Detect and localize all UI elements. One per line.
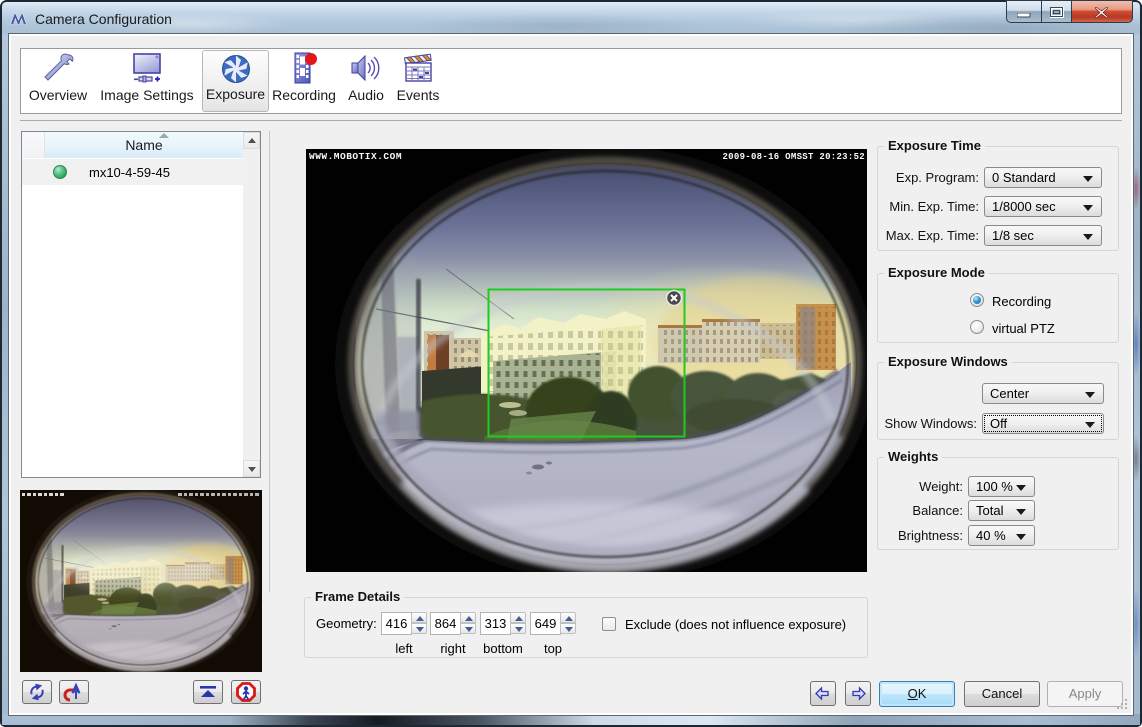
svg-text:2009-08-16 OMSST 20:23:52: 2009-08-16 OMSST 20:23:52 xyxy=(722,152,865,162)
svg-text:WWW.MOBOTIX.COM: WWW.MOBOTIX.COM xyxy=(309,151,402,162)
